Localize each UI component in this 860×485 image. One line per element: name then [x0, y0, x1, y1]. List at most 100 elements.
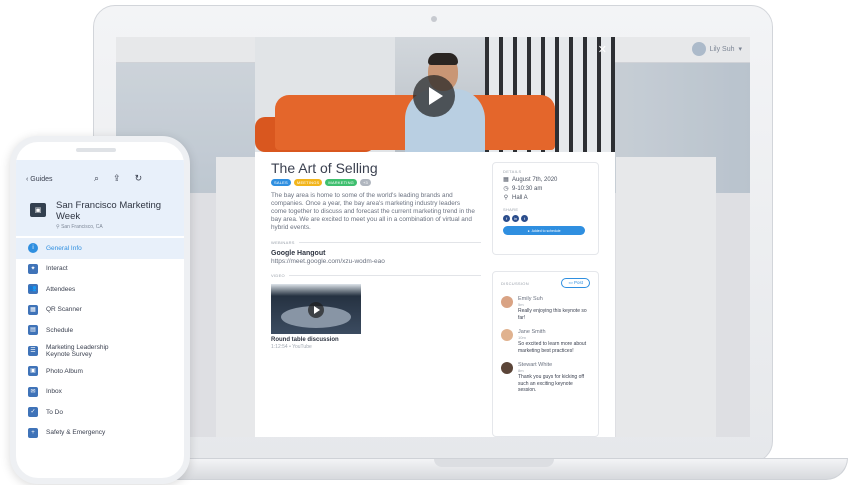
menu-item-label: Schedule — [46, 326, 74, 334]
videos-label: Video — [271, 273, 481, 278]
tag-list: Sales Meetings Marketing +3 — [271, 179, 481, 186]
laptop-screen: Lily Suh ▾ ✕ The Art of Selling SALES ME… — [116, 37, 750, 437]
menu-item-label: To Do — [46, 408, 63, 416]
hangout-link[interactable]: https://meet.google.com/xzu-wodm-eao — [271, 258, 481, 265]
menu-item-label: Safety & Emergency — [46, 429, 106, 437]
tag[interactable]: +3 — [360, 179, 371, 186]
search-icon[interactable]: ⌕ — [94, 173, 99, 184]
event-logo-icon: ▣ — [30, 203, 46, 217]
schedule-icon: ▤ — [28, 325, 38, 336]
location-pin-icon: ⚲ — [56, 224, 60, 230]
first-aid-icon: + — [28, 427, 38, 438]
session-date: August 7th, 2020 — [512, 177, 558, 183]
close-icon[interactable]: ✕ — [598, 43, 607, 56]
info-icon: i — [28, 243, 38, 254]
play-icon[interactable] — [308, 302, 324, 318]
post-button[interactable]: ▭ Post — [561, 278, 590, 288]
session-title: The Art of Selling — [271, 160, 378, 176]
menu-item-label: Inbox — [46, 388, 62, 396]
clock-icon: ◷ — [503, 186, 509, 192]
details-label: Details — [503, 169, 522, 174]
avatar[interactable] — [501, 362, 513, 374]
session-time: 9-10:30 am — [512, 186, 543, 192]
photo-icon: ▣ — [28, 366, 38, 377]
guide-menu: i General Info ✦ Interact 👥 Attendees ▦ … — [16, 238, 184, 443]
menu-item-label: General Info — [46, 244, 82, 252]
share-icons: f in t — [503, 215, 588, 222]
back-button[interactable]: ‹ Guides — [26, 176, 52, 183]
menu-item-survey[interactable]: ☰ Marketing Leadership Keynote Survey — [16, 341, 184, 362]
phone-speaker — [76, 148, 116, 152]
survey-icon: ☰ — [28, 345, 38, 356]
facebook-icon[interactable]: f — [503, 215, 510, 222]
interact-icon: ✦ — [28, 263, 38, 274]
event-name: San Francisco Marketing Week — [56, 200, 162, 222]
comment: Stewart White 8m Thank you guys for kick… — [501, 362, 590, 394]
menu-item-schedule[interactable]: ▤ Schedule — [16, 320, 184, 341]
phone-frame: ‹ Guides ⌕ ⇪ ↻ ▣ San Francisco Marketing… — [10, 136, 190, 484]
menu-item-qr-scanner[interactable]: ▦ QR Scanner — [16, 300, 184, 321]
calendar-icon: ▦ — [503, 177, 509, 183]
play-icon[interactable] — [413, 75, 455, 117]
menu-item-label: QR Scanner — [46, 306, 82, 314]
add-to-schedule-button[interactable]: ● Added to schedule — [503, 226, 585, 235]
comment-time: 5m — [518, 302, 524, 307]
phone-header: ‹ Guides ⌕ ⇪ ↻ ▣ San Francisco Marketing… — [16, 160, 184, 236]
menu-item-general-info[interactable]: i General Info — [16, 238, 184, 259]
menu-item-label: Photo Album — [46, 367, 83, 375]
session-description: The bay area is home to some of the worl… — [271, 192, 475, 231]
chevron-left-icon: ‹ — [26, 176, 29, 183]
comment: Jane Smith 10m So excited to learn more … — [501, 329, 590, 354]
avatar[interactable] — [501, 296, 513, 308]
twitter-icon[interactable]: t — [521, 215, 528, 222]
laptop-notch — [434, 459, 554, 467]
location-row: ⚲ Hall A — [503, 195, 588, 201]
discussion-card: Discussion ▭ Post Emily Suh 5m Really en… — [492, 271, 599, 437]
event-location: ⚲ San Francisco, CA — [56, 224, 103, 230]
menu-item-attendees[interactable]: 👥 Attendees — [16, 279, 184, 300]
menu-item-interact[interactable]: ✦ Interact — [16, 259, 184, 280]
check-icon: ● — [527, 228, 530, 233]
event-location-label: San Francisco, CA — [61, 224, 103, 230]
header-actions: ⌕ ⇪ ↻ — [94, 173, 142, 184]
menu-item-to-do[interactable]: ✓ To Do — [16, 402, 184, 423]
session-video[interactable]: ✕ — [255, 37, 615, 152]
video-thumbnail[interactable] — [271, 284, 361, 334]
tag[interactable]: Meetings — [293, 179, 323, 186]
back-label: Guides — [30, 176, 53, 183]
tag[interactable]: Sales — [271, 179, 291, 186]
chat-icon: ▭ — [568, 280, 573, 285]
details-card: Details ▦ August 7th, 2020 ◷ 9-10:30 am … — [492, 162, 599, 255]
qr-code-icon: ▦ — [28, 304, 38, 315]
hangout-title: Google Hangout — [271, 250, 326, 257]
comment-time: 8m — [518, 368, 524, 373]
comment-text: So excited to learn more about marketing… — [518, 341, 587, 354]
avatar[interactable] — [501, 329, 513, 341]
webinars-label: Webinars — [271, 240, 481, 245]
discussion-header: Discussion ▭ Post — [501, 278, 590, 288]
comment-text: Really enjoying this keynote so far! — [518, 308, 587, 321]
menu-item-label: Interact — [46, 265, 68, 273]
share-label: Share — [503, 207, 519, 212]
menu-item-inbox[interactable]: ✉ Inbox — [16, 382, 184, 403]
todo-icon: ✓ — [28, 407, 38, 418]
comment-time: 10m — [518, 335, 526, 340]
session-location: Hall A — [512, 195, 528, 201]
linkedin-icon[interactable]: in — [512, 215, 519, 222]
add-to-schedule-label: Added to schedule — [531, 228, 561, 233]
video-title[interactable]: Round table discussion — [271, 337, 481, 343]
session-content: The Art of Selling Sales Meetings Market… — [271, 160, 481, 350]
share-icon[interactable]: ⇪ — [113, 173, 121, 184]
menu-item-label: Marketing Leadership Keynote Survey — [46, 343, 109, 358]
session-modal: ✕ The Art of Selling Sales Meetings Mark… — [255, 37, 615, 437]
menu-item-photo-album[interactable]: ▣ Photo Album — [16, 361, 184, 382]
location-pin-icon: ⚲ — [503, 195, 509, 201]
discussion-label: Discussion — [501, 280, 529, 286]
menu-item-label: Attendees — [46, 285, 76, 293]
refresh-icon[interactable]: ↻ — [135, 173, 143, 184]
date-row: ▦ August 7th, 2020 — [503, 177, 588, 183]
menu-item-safety[interactable]: + Safety & Emergency — [16, 423, 184, 444]
attendees-icon: 👥 — [28, 284, 38, 295]
inbox-icon: ✉ — [28, 386, 38, 397]
tag[interactable]: Marketing — [325, 179, 357, 186]
